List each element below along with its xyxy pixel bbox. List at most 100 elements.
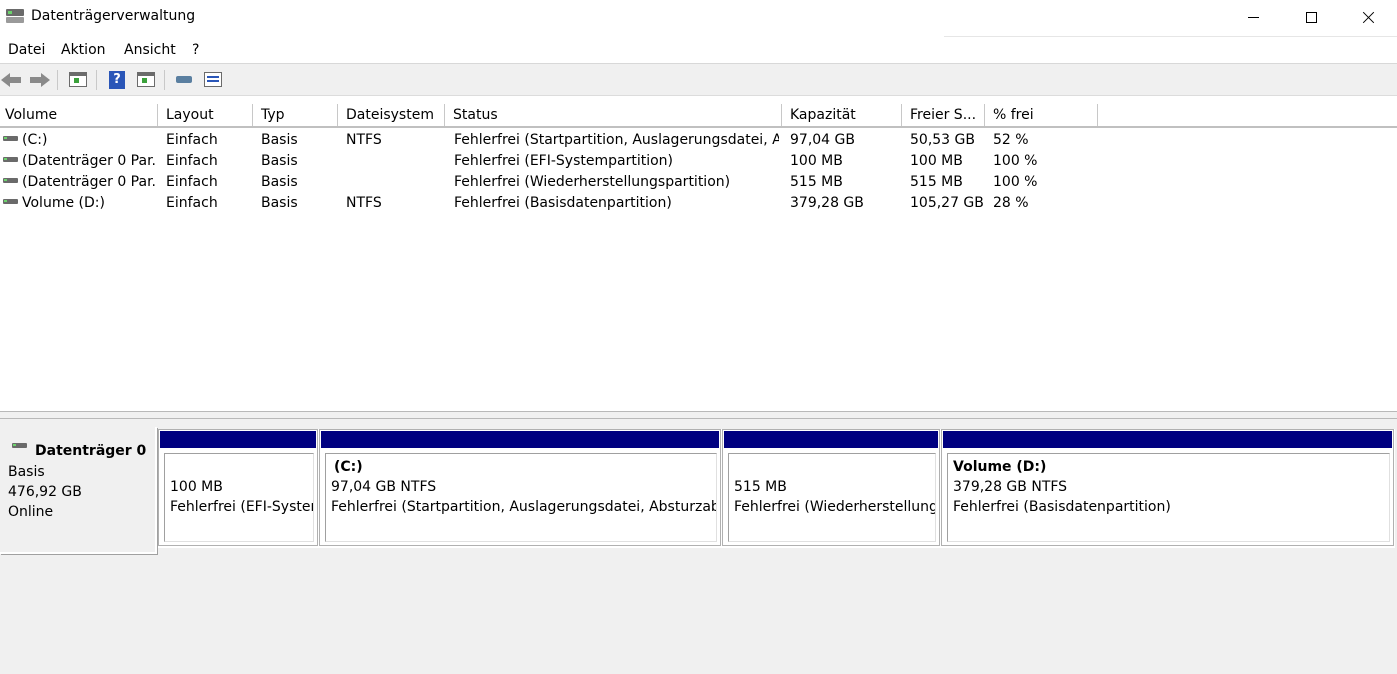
cell-volume: (C:) <box>22 132 48 148</box>
cell-layout: Einfach <box>166 153 218 169</box>
cell-volume: Volume (D:) <box>22 195 105 211</box>
disk-name: Datenträger 0 <box>35 443 147 459</box>
cell-kapazitaet: 100 MB <box>790 153 843 169</box>
column-header-prozent-frei[interactable]: % frei <box>985 104 1098 126</box>
cell-layout: Einfach <box>166 174 218 190</box>
partition-label: Volume (D:) <box>953 459 1047 475</box>
partition-status: Fehlerfrei (Basisdatenpartition) <box>953 499 1171 515</box>
cell-typ: Basis <box>261 195 298 211</box>
column-header-layout[interactable]: Layout <box>158 104 253 126</box>
partition-c[interactable]: (C:) 97,04 GB NTFS Fehlerfrei (Startpart… <box>319 429 721 546</box>
menu-help[interactable]: ? <box>192 42 199 58</box>
table-row[interactable]: (Datenträger 0 Par... Einfach Basis Fehl… <box>0 151 1100 172</box>
minimize-button[interactable] <box>1224 0 1282 34</box>
window-title: Datenträgerverwaltung <box>31 8 196 24</box>
column-header-volume[interactable]: Volume <box>0 104 158 126</box>
partition-status: Fehlerfrei (Startpartition, Auslagerungs… <box>331 499 716 515</box>
properties-icon <box>137 72 155 87</box>
help-icon: ? <box>109 71 125 89</box>
partition-header-bar <box>321 431 719 448</box>
title-bar: Datenträgerverwaltung <box>0 0 1397 36</box>
disk-size: 476,92 GB <box>8 484 82 500</box>
maximize-button[interactable] <box>1282 0 1340 34</box>
cell-volume: (Datenträger 0 Par... <box>22 174 157 190</box>
table-row[interactable]: (C:) Einfach Basis NTFS Fehlerfrei (Star… <box>0 130 1100 151</box>
close-icon <box>1363 11 1375 23</box>
cell-typ: Basis <box>261 153 298 169</box>
partition-header-bar <box>160 431 316 448</box>
cell-prozent-frei: 100 % <box>993 174 1038 190</box>
cell-freier-speicher: 105,27 GB <box>910 195 984 211</box>
cell-kapazitaet: 379,28 GB <box>790 195 864 211</box>
cell-prozent-frei: 100 % <box>993 153 1038 169</box>
cell-prozent-frei: 52 % <box>993 132 1029 148</box>
partition-d[interactable]: Volume (D:) 379,28 GB NTFS Fehlerfrei (B… <box>941 429 1394 546</box>
cell-freier-speicher: 515 MB <box>910 174 963 190</box>
cell-status: Fehlerfrei (EFI-Systempartition) <box>454 153 673 169</box>
table-row[interactable]: Volume (D:) Einfach Basis NTFS Fehlerfre… <box>0 193 1100 214</box>
partition-header-bar <box>724 431 938 448</box>
column-header-status[interactable]: Status <box>445 104 782 126</box>
volume-drive-icon <box>3 199 18 204</box>
cell-volume: (Datenträger 0 Par... <box>22 153 157 169</box>
partition-header-bar <box>943 431 1392 448</box>
column-header-kapazitaet[interactable]: Kapazität <box>782 104 902 126</box>
cell-kapazitaet: 515 MB <box>790 174 843 190</box>
volume-drive-icon <box>3 136 18 141</box>
minimize-icon <box>1247 16 1259 18</box>
volume-list: Volume Layout Typ Dateisystem Status Kap… <box>0 95 1397 411</box>
disk-state: Online <box>8 504 54 520</box>
key-icon <box>176 76 192 83</box>
column-header-freier-speicher[interactable]: Freier S... <box>902 104 985 126</box>
cell-freier-speicher: 100 MB <box>910 153 963 169</box>
list-button[interactable] <box>202 70 224 90</box>
cell-typ: Basis <box>261 174 298 190</box>
help-button[interactable]: ? <box>106 70 128 90</box>
pane-splitter[interactable] <box>0 411 1397 419</box>
column-header-typ[interactable]: Typ <box>253 104 338 126</box>
cell-prozent-frei: 28 % <box>993 195 1029 211</box>
partition-efi[interactable]: 100 MB Fehlerfrei (EFI-Systempartition) <box>158 429 318 546</box>
cell-typ: Basis <box>261 132 298 148</box>
disk-drive-icon <box>12 443 27 448</box>
partition-size: 100 MB <box>170 479 223 495</box>
key-button[interactable] <box>173 70 195 90</box>
cell-layout: Einfach <box>166 195 218 211</box>
disk-label-panel[interactable]: Datenträger 0 Basis 476,92 GB Online <box>0 427 157 554</box>
forward-arrow-icon <box>41 73 50 87</box>
menu-ansicht[interactable]: Ansicht <box>124 42 176 58</box>
volume-drive-icon <box>3 178 18 183</box>
partition-recovery[interactable]: 515 MB Fehlerfrei (Wiederherstellungspar… <box>722 429 940 546</box>
partition-status: Fehlerfrei (EFI-Systempartition) <box>170 499 313 515</box>
cell-status: Fehlerfrei (Basisdatenpartition) <box>454 195 672 211</box>
back-button[interactable] <box>1 70 23 90</box>
cell-kapazitaet: 97,04 GB <box>790 132 855 148</box>
cell-dateisystem: NTFS <box>346 132 382 148</box>
console-tree-button[interactable] <box>67 70 89 90</box>
menu-aktion[interactable]: Aktion <box>61 42 106 58</box>
disk-type: Basis <box>8 464 45 480</box>
close-button[interactable] <box>1340 0 1397 34</box>
disk-management-icon <box>6 9 24 25</box>
table-row[interactable]: (Datenträger 0 Par... Einfach Basis Fehl… <box>0 172 1100 193</box>
cell-layout: Einfach <box>166 132 218 148</box>
toolbar: ? <box>0 65 1397 95</box>
partition-size: 515 MB <box>734 479 787 495</box>
cell-dateisystem: NTFS <box>346 195 382 211</box>
partition-strip: 100 MB Fehlerfrei (EFI-Systempartition) … <box>158 429 1395 548</box>
partition-size: 97,04 GB NTFS <box>331 479 437 495</box>
forward-button[interactable] <box>28 70 50 90</box>
cell-status: Fehlerfrei (Startpartition, Auslagerungs… <box>454 132 779 148</box>
menu-datei[interactable]: Datei <box>8 42 45 58</box>
cell-freier-speicher: 50,53 GB <box>910 132 975 148</box>
maximize-icon <box>1305 11 1317 23</box>
column-header-dateisystem[interactable]: Dateisystem <box>338 104 445 126</box>
partition-label: (C:) <box>334 459 363 475</box>
disk-graphical-view: Datenträger 0 Basis 476,92 GB Online 100… <box>0 419 1397 674</box>
properties-button[interactable] <box>135 70 157 90</box>
console-tree-icon <box>69 72 87 87</box>
partition-size: 379,28 GB NTFS <box>953 479 1068 495</box>
partition-status: Fehlerfrei (Wiederherstellungspartition) <box>734 499 935 515</box>
volume-drive-icon <box>3 157 18 162</box>
cell-status: Fehlerfrei (Wiederherstellungspartition) <box>454 174 731 190</box>
